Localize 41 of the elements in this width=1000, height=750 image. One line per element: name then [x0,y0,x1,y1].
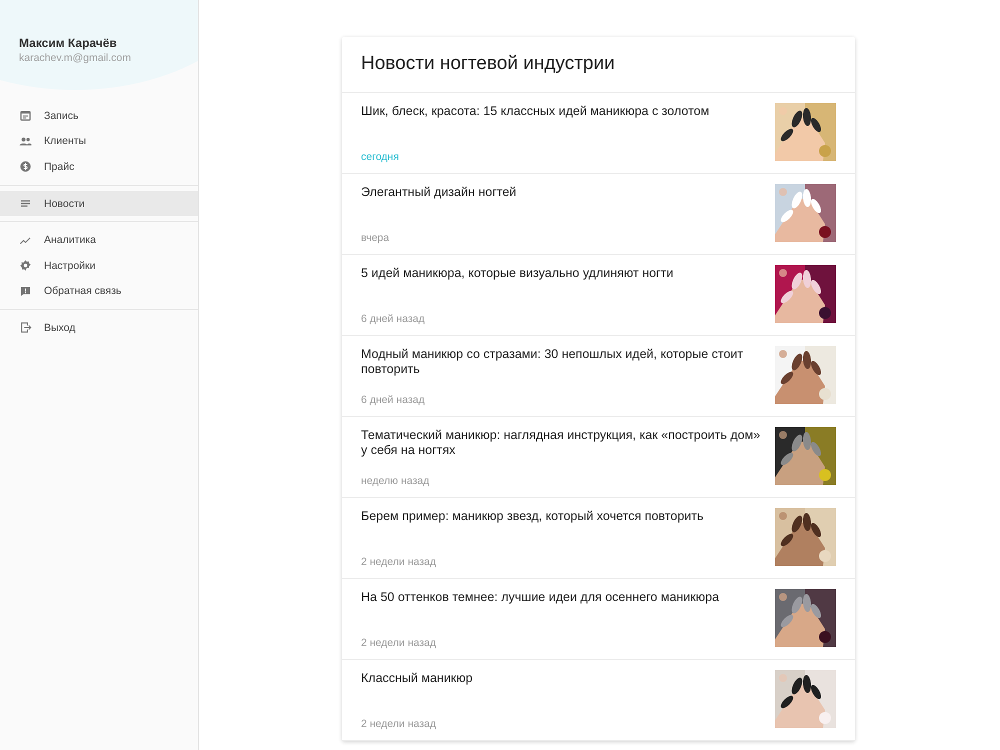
nav-item[interactable]: Обратная связь [0,278,198,304]
nav-item[interactable]: Выход [0,315,198,341]
news-title: Элегантный дизайн ногтей [361,184,518,200]
news-title: Берем пример: маникюр звезд, который хочется повторить [361,508,704,524]
news-item[interactable]: Классный маникюр 2 недели назад [342,660,855,741]
nav-item[interactable]: Аналитика [0,227,198,253]
card-title: Новости ногтевой индустрии [342,37,855,93]
logout-icon [19,321,32,334]
news-title: Модный маникюр со стразами: 30 непошлых идей, которые стоит повторить [361,346,744,377]
news-title: Тематический маникюр: наглядная инструкция, как «построить дом» у себя на ногтях [361,427,761,458]
news-item[interactable]: Модный маникюр со стразами: 30 непошлых идей, которые стоит повторить 6 дней назад [342,336,855,417]
news-title: Шик, блеск, красота: 15 классных идей маникюра с золотом [361,103,710,119]
nav-item[interactable]: Клиенты [0,128,198,154]
news-date: 6 дней назад [361,313,426,325]
news-date: 2 недели назад [361,718,437,730]
news-date: 2 недели назад [361,556,437,568]
news-item[interactable]: Шик, блеск, красота: 15 классных идей маникюра с золотом сегодня [342,93,855,174]
user-name: Максим Карачёв [19,36,118,50]
calendar-icon [19,109,32,122]
news-title: 5 идей маникюра, которые визуально удлиняют ногти [361,265,674,281]
news-item[interactable]: На 50 оттенков темнее: лучшие идеи для осеннего маникюра 2 недели назад [342,579,855,660]
user-email: karachev.m@gmail.com [19,52,132,64]
news-date: 2 недели назад [361,637,437,649]
people-icon [19,134,32,148]
news-item[interactable]: Элегантный дизайн ногтей вчера [342,174,855,255]
news-date: 6 дней назад [361,394,426,406]
news-date: сегодня [361,151,400,163]
nav-item[interactable]: Прайс [0,154,198,180]
news-item[interactable]: 5 идей маникюра, которые визуально удлиняют ногти 6 дней назад [342,255,855,336]
news-date: вчера [361,232,390,244]
news-title: На 50 оттенков темнее: лучшие идеи для осеннего маникюра [361,589,720,605]
news-item[interactable]: Берем пример: маникюр звезд, который хочется повторить 2 недели назад [342,498,855,579]
settings-icon [19,259,32,272]
news-date: неделю назад [361,475,430,487]
nav-item[interactable]: Настройки [0,252,198,279]
nav-item[interactable]: Запись [0,103,198,129]
dollar-icon [19,160,32,174]
news-title: Классный маникюр [361,670,474,686]
news-item[interactable]: Тематический маникюр: наглядная инструкция, как «построить дом» у себя на ногтях неделю назад [342,417,855,498]
feedback-icon [19,284,32,298]
nav-item[interactable]: Новости [0,190,198,216]
